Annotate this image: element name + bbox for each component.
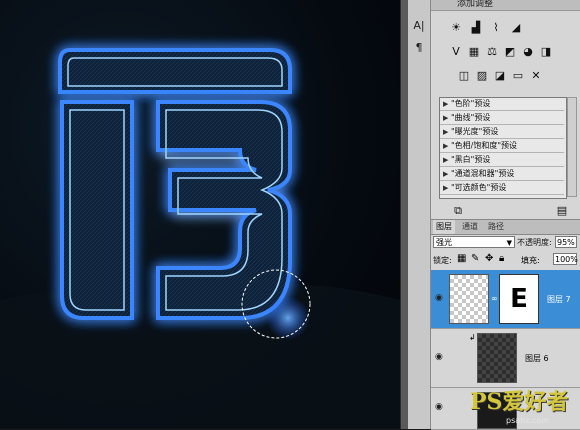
- preset-item[interactable]: ▶ "通道混和器"预设: [440, 168, 564, 181]
- curves-icon[interactable]: ⌇: [489, 21, 503, 35]
- neon-left-stem: [60, 100, 134, 320]
- preset-item[interactable]: ▶ "可选颜色"预设: [440, 182, 564, 195]
- layer-row-7[interactable]: ◉ ∞ E 图层 7: [431, 270, 580, 329]
- black-white-icon[interactable]: ◩: [503, 45, 517, 59]
- adjustment-presets-list: ▶ "色阶"预设 ▶ "曲线"预设 ▶ "曝光度"预设 ▶ "色相/饱和度"预设 ▶ "黑…: [439, 97, 567, 199]
- adjustments-footer: ⧉ ▤: [431, 203, 580, 219]
- opacity-input[interactable]: 95%: [555, 236, 577, 248]
- document-canvas[interactable]: [0, 0, 400, 429]
- blend-mode-select[interactable]: 强光 ▼: [433, 236, 515, 248]
- neon-right-shape: [156, 100, 292, 320]
- glow-spot: [266, 296, 310, 340]
- expand-triangle-icon: ▶: [443, 142, 449, 150]
- visibility-eye-icon[interactable]: ◉: [435, 352, 443, 362]
- layer-row-6[interactable]: ◉ ↲ 图层 6: [431, 329, 580, 388]
- chevron-down-icon: ▼: [506, 239, 512, 247]
- clipping-arrow-icon: ↲: [469, 333, 476, 342]
- lock-transparency-icon[interactable]: ▦: [457, 253, 466, 264]
- lock-pixels-icon[interactable]: ✎: [471, 253, 479, 264]
- expand-triangle-icon: ▶: [443, 184, 449, 192]
- layer-name[interactable]: 图层 6: [525, 353, 549, 364]
- preset-item[interactable]: ▶ "曝光度"预设: [440, 126, 564, 139]
- expand-triangle-icon: ▶: [443, 100, 449, 108]
- expand-triangle-icon: ▶: [443, 170, 449, 178]
- layer-thumbnail: [477, 333, 517, 383]
- tab-layers[interactable]: 图层: [433, 220, 455, 234]
- preset-item[interactable]: ▶ "色阶"预设: [440, 98, 564, 111]
- layer-name[interactable]: 图层 7: [547, 294, 571, 305]
- hue-saturation-icon[interactable]: ▦: [467, 45, 481, 59]
- brightness-icon[interactable]: ☀: [449, 21, 463, 35]
- tab-paths[interactable]: 路径: [485, 220, 507, 234]
- watermark-url: psahz.com: [506, 416, 550, 425]
- color-balance-icon[interactable]: ⚖: [485, 45, 499, 59]
- adjustment-icons-row-1: ☀ ▟ ⌇ ◢: [431, 18, 580, 38]
- channel-mixer-icon[interactable]: ◨: [539, 45, 553, 59]
- panel-icon-strip: A| ¶: [408, 0, 431, 429]
- expand-triangle-icon: ▶: [443, 156, 449, 164]
- preset-item[interactable]: ▶ "曲线"预设: [440, 112, 564, 125]
- exposure-icon[interactable]: ◢: [509, 21, 523, 35]
- neon-top-bar: [58, 48, 292, 94]
- photo-filter-icon[interactable]: ◕: [521, 45, 535, 59]
- preset-item[interactable]: ▶ "色相/饱和度"预设: [440, 140, 564, 153]
- expand-triangle-icon: ▶: [443, 114, 449, 122]
- panel-options-icon[interactable]: ▤: [555, 204, 569, 218]
- neon-letter-artwork: [0, 48, 400, 429]
- layer-thumbnail: [449, 274, 489, 324]
- adjustment-icons-row-3: ◫ ▨ ◪ ▭ ✕: [431, 66, 580, 86]
- fill-label: 填充:: [521, 256, 540, 265]
- clip-to-layer-icon[interactable]: ⧉: [451, 204, 465, 218]
- layer-mask-thumbnail[interactable]: E: [499, 274, 539, 324]
- preset-item[interactable]: ▶ "黑白"预设: [440, 154, 564, 167]
- tab-channels[interactable]: 通道: [459, 220, 481, 234]
- paragraph-panel-icon[interactable]: ¶: [410, 40, 428, 56]
- invert-icon[interactable]: ◫: [457, 69, 471, 83]
- visibility-eye-icon[interactable]: ◉: [435, 402, 443, 412]
- lock-all-icon[interactable]: 🔒︎: [499, 253, 504, 264]
- adjustments-title: 添加调整: [457, 0, 494, 9]
- layers-tab-bar: 图层 通道 路径: [431, 219, 580, 235]
- watermark-logo: PS爱好者: [470, 389, 569, 415]
- lock-position-icon[interactable]: ✥: [485, 253, 493, 264]
- selective-color-icon[interactable]: ✕: [529, 69, 543, 83]
- adjustments-layers-panel: 添加调整 ☀ ▟ ⌇ ◢ V ▦ ⚖ ◩ ◕ ◨ ◫ ▨ ◪ ▭ ✕ ▶ "色阶"…: [431, 0, 580, 430]
- adjustment-icons-row-2: V ▦ ⚖ ◩ ◕ ◨: [431, 42, 580, 62]
- fill-input[interactable]: 100%: [553, 253, 578, 265]
- adjustments-header: 添加调整: [431, 0, 580, 11]
- levels-icon[interactable]: ▟: [469, 21, 483, 35]
- posterize-icon[interactable]: ▨: [475, 69, 489, 83]
- expand-triangle-icon: ▶: [443, 128, 449, 136]
- link-icon[interactable]: ∞: [491, 294, 498, 303]
- character-panel-icon[interactable]: A|: [410, 18, 428, 34]
- opacity-label: 不透明度:: [517, 238, 552, 247]
- presets-scrollbar[interactable]: [567, 97, 577, 197]
- visibility-eye-icon[interactable]: ◉: [435, 293, 443, 303]
- lock-label: 锁定:: [433, 256, 452, 265]
- threshold-icon[interactable]: ◪: [493, 69, 507, 83]
- vibrance-icon[interactable]: V: [449, 45, 463, 59]
- gradient-map-icon[interactable]: ▭: [511, 69, 525, 83]
